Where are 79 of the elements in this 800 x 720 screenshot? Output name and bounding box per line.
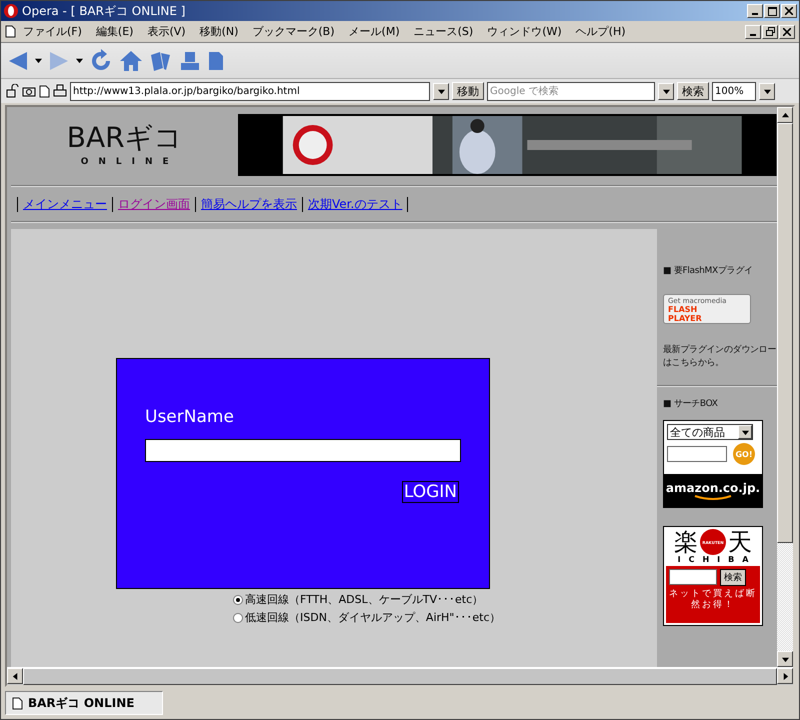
menu-item[interactable]: メール(M) <box>342 24 407 39</box>
menu-item[interactable]: ウィンドウ(W) <box>480 24 569 39</box>
nav-link[interactable]: メインメニュー <box>17 196 113 212</box>
caret-icon <box>764 88 770 94</box>
minimize-button[interactable] <box>745 24 761 38</box>
radio-button[interactable] <box>233 612 243 622</box>
lock-icon[interactable] <box>5 84 19 98</box>
smile-icon <box>693 494 733 500</box>
menu-item[interactable]: ヘルプ(H) <box>568 24 633 39</box>
close-button[interactable] <box>781 4 797 18</box>
vertical-scrollbar[interactable] <box>777 107 793 667</box>
up-arrow-icon <box>782 112 788 118</box>
search-button[interactable]: 検索 <box>720 569 746 586</box>
section-heading: ■ 要FlashMXプラグイ <box>663 264 754 277</box>
close-button[interactable] <box>779 24 795 38</box>
go-button[interactable]: 移動 <box>452 82 484 100</box>
maximize-icon <box>768 6 776 16</box>
maximize-button[interactable] <box>764 4 780 18</box>
minimize-icon <box>750 34 756 36</box>
dropdown-button[interactable] <box>433 82 449 100</box>
rakuten-subtitle: ICHIBA <box>678 555 756 564</box>
menu-item[interactable]: ファイル(F) <box>16 24 89 39</box>
zoom-field[interactable]: 100% <box>712 82 756 100</box>
print-icon[interactable] <box>53 84 67 98</box>
back-icon[interactable] <box>7 50 29 72</box>
search-input[interactable] <box>669 569 717 585</box>
reload-icon[interactable] <box>89 48 113 72</box>
category-select[interactable]: 全ての商品 <box>667 424 753 440</box>
caret-icon <box>438 88 444 94</box>
minimize-button[interactable] <box>747 4 763 18</box>
page-icon <box>39 84 50 98</box>
window-title: Opera - [ BARギコ ONLINE ] <box>22 2 186 20</box>
nav-link[interactable]: 次期Ver.のテスト <box>302 196 408 212</box>
dropdown-button[interactable] <box>658 82 674 100</box>
radio-label: 低速回線（ISDN、ダイヤルアップ、AirH"･･･etc） <box>245 610 500 625</box>
menu-item[interactable]: 編集(E) <box>88 24 140 39</box>
search-input[interactable] <box>667 446 727 462</box>
section-heading: ■ サーチBOX <box>663 398 719 410</box>
caret-icon <box>662 88 670 94</box>
rakuten-slogan: ネットで買えば断然お得！ <box>669 589 757 611</box>
horizontal-scrollbar[interactable] <box>7 667 793 685</box>
right-arrow-icon <box>782 672 788 680</box>
page-icon <box>12 696 23 710</box>
document-icon[interactable] <box>207 50 225 72</box>
page-tab[interactable]: BARギコ ONLINE <box>5 691 163 715</box>
restore-button[interactable] <box>762 24 778 38</box>
address-field[interactable]: http://www13.plala.or.jp/bargiko/bargiko.html <box>70 82 430 100</box>
download-note: 最新プラグインのダウンロー <box>663 343 777 356</box>
caret-icon <box>742 428 748 436</box>
username-label: UserName <box>145 407 235 427</box>
down-arrow-icon <box>782 656 788 662</box>
home-icon[interactable] <box>119 48 143 72</box>
restore-icon <box>766 27 774 36</box>
login-button[interactable]: LOGIN <box>402 481 459 503</box>
dropdown-button[interactable] <box>759 82 775 100</box>
radio-label: 高速回線（FTTH、ADSL、ケーブルTV･･･etc） <box>245 592 484 607</box>
site-logo-title: BARギコ <box>66 123 183 153</box>
menu-item[interactable]: ブックマーク(B) <box>245 24 342 39</box>
close-icon <box>783 28 791 36</box>
menu-item[interactable]: ニュース(S) <box>406 24 480 39</box>
rakuten-logo-char: 楽 <box>674 529 698 555</box>
menu-item[interactable]: 表示(V) <box>140 24 193 39</box>
search-field[interactable]: Google で検索 <box>487 82 655 100</box>
menu-item[interactable]: 移動(N) <box>192 24 246 39</box>
opera-icon <box>3 3 19 19</box>
left-arrow-icon <box>12 672 18 680</box>
caret-icon <box>35 57 42 64</box>
page-icon <box>5 25 16 38</box>
close-icon <box>785 7 793 15</box>
username-input[interactable] <box>145 439 461 462</box>
dropdown-button[interactable] <box>738 425 752 439</box>
minimize-icon <box>752 13 758 15</box>
caret-icon <box>76 57 83 64</box>
download-note: はこちらから。 <box>663 357 725 369</box>
rakuten-logo-char: 天 <box>728 529 752 555</box>
site-logo-subtitle: ONLINE <box>80 157 179 167</box>
search-button[interactable]: 検索 <box>677 82 709 100</box>
nav-link[interactable]: 簡易ヘルプを表示 <box>195 196 303 212</box>
radio-button[interactable] <box>233 594 243 604</box>
